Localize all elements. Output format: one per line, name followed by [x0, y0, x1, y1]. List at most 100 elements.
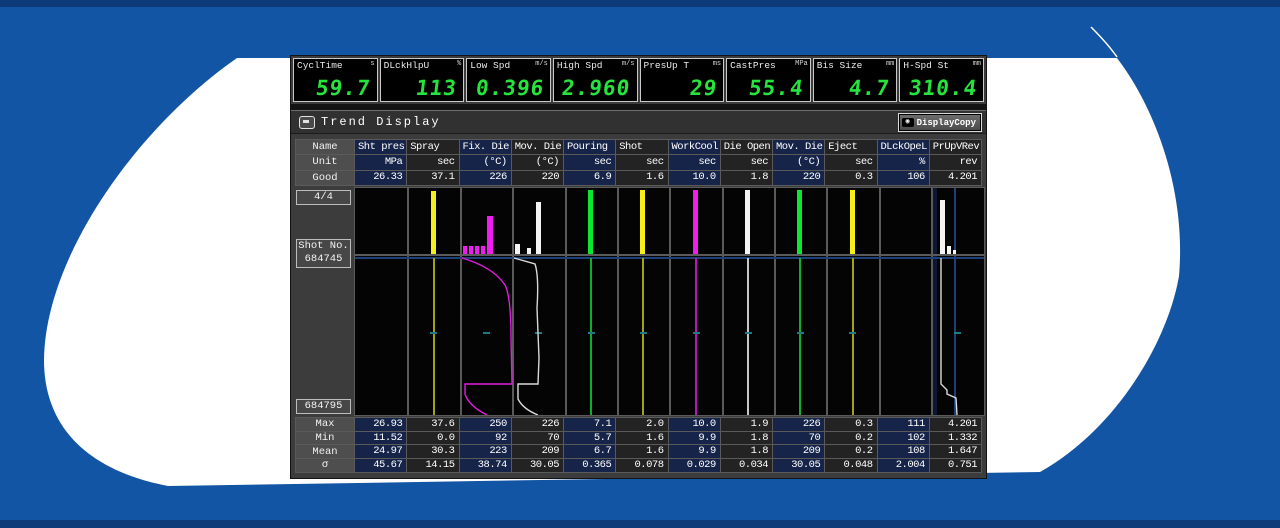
good-value: 220 [773, 170, 825, 185]
column-unit: rev [929, 155, 981, 170]
max-value: 2.0 [616, 418, 668, 431]
table-row: Min 11.52 0.0 92 70 5.7 1.6 9.9 1.8 70 0.2 102 1.33… [296, 431, 981, 445]
mean-value: 108 [877, 445, 929, 459]
sigma-value: 0.365 [564, 459, 616, 472]
mean-value: 1.8 [720, 445, 772, 459]
column-name: Eject [825, 140, 877, 155]
window-title: Trend Display [321, 115, 441, 129]
trend-chart [354, 187, 985, 416]
mean-value: 9.9 [668, 445, 720, 459]
page-indicator: 4/4 [296, 190, 351, 205]
display-label: High Spd [556, 60, 603, 71]
min-value: 1.332 [929, 431, 981, 445]
panel-backdrop: CyclTime s 59.7 DLckHlpU % 113 Low Spd m… [290, 55, 987, 479]
column-unit: sec [720, 155, 772, 170]
row-label-min: Min [296, 431, 354, 445]
sigma-value: 0.751 [929, 459, 981, 472]
display-unit: m/s [535, 60, 548, 68]
column-unit: (°C) [773, 155, 825, 170]
max-value: 4.201 [929, 418, 981, 431]
trend-stats-table: Max 26.93 37.6 250 226 7.1 2.0 10.0 1.9 226 0.3 11… [295, 417, 982, 473]
table-row: Name Sht pres Spray Fix. Die Mov. Die Pourin… [296, 140, 981, 155]
column-unit: (°C) [511, 155, 563, 170]
display-unit: m/s [621, 60, 635, 68]
mean-value: 30.3 [407, 445, 459, 459]
min-value: 70 [773, 431, 825, 445]
min-value: 9.9 [668, 431, 720, 445]
column-name: Sht pres [355, 140, 407, 155]
display-unit: MPa [795, 60, 808, 68]
column-unit: MPa [355, 155, 407, 170]
mean-value: 209 [773, 445, 825, 459]
column-name: Fix. Die [459, 140, 511, 155]
sigma-value: 0.048 [825, 459, 877, 472]
row-label-mean: Mean [296, 445, 354, 459]
max-value: 0.3 [825, 418, 877, 431]
trend-display-window: Trend Display ◉ DisplayCopy Name Sht pre… [291, 110, 986, 478]
min-value: 5.7 [564, 431, 616, 445]
table-row: Unit MPa sec (°C) (°C) sec sec sec sec (°C) sec% r… [296, 155, 981, 170]
mean-value: 209 [511, 445, 563, 459]
display-value: 4.7 [847, 76, 892, 100]
display-unit: % [457, 60, 462, 68]
max-value: 37.6 [407, 418, 459, 431]
column-name: WorkCool [668, 140, 720, 155]
column-unit: sec [668, 155, 720, 170]
column-unit: sec [616, 155, 668, 170]
shot-number-label: Shot No. [298, 240, 349, 252]
prupvrev-trace [940, 258, 958, 415]
column-name: DLckOpeL [877, 140, 929, 155]
row-label-good: Good [296, 170, 354, 185]
chart-gutter: 4/4 Shot No. 684745 684795 [295, 187, 353, 414]
display-unit: ms [712, 60, 722, 68]
max-value: 26.93 [355, 418, 407, 431]
display-label: Low Spd [470, 60, 511, 71]
camera-icon: ◉ [901, 118, 914, 127]
display-label: H-Spd St [903, 60, 949, 71]
good-value: 0.3 [825, 170, 877, 185]
display-value: 0.396 [474, 76, 546, 100]
good-value: 106 [877, 170, 929, 185]
display-label: DLckHlpU [383, 60, 430, 71]
mean-value: 24.97 [355, 445, 407, 459]
display-unit: s [370, 60, 375, 68]
digital-display-strip: CyclTime s 59.7 DLckHlpU % 113 Low Spd m… [291, 56, 986, 104]
max-value: 226 [511, 418, 563, 431]
window-titlebar: Trend Display ◉ DisplayCopy [291, 111, 986, 134]
sigma-value: 30.05 [773, 459, 825, 472]
table-row: σ 45.67 14.15 38.74 30.05 0.365 0.078 0.029 0.0… [296, 459, 981, 472]
min-value: 102 [877, 431, 929, 445]
display-copy-button[interactable]: ◉ DisplayCopy [897, 113, 982, 132]
min-value: 92 [459, 431, 511, 445]
digital-display-cell: CastPres MPa 55.4 [726, 58, 811, 102]
display-label: Bis Size [816, 60, 863, 71]
min-value: 1.8 [720, 431, 772, 445]
min-value: 0.2 [825, 431, 877, 445]
good-value: 220 [511, 170, 563, 185]
table-row: Good 26.33 37.1 226 220 6.9 1.6 10.0 1.8 220 0.3 1… [296, 170, 981, 185]
column-name: Mov. Die [773, 140, 825, 155]
good-value: 4.201 [929, 170, 981, 185]
shot-number-box: Shot No. 684745 [296, 239, 351, 268]
sigma-value: 0.029 [668, 459, 720, 472]
min-value: 70 [511, 431, 563, 445]
column-name: Mov. Die [511, 140, 563, 155]
digital-display-cell: PresUp T ms 29 [639, 58, 725, 102]
sigma-value: 38.74 [459, 459, 511, 472]
digital-display-cell: Low Spd m/s 0.396 [466, 58, 551, 102]
good-value: 37.1 [407, 170, 459, 185]
good-value: 26.33 [355, 170, 407, 185]
column-name: Spray [407, 140, 459, 155]
sigma-value: 0.078 [616, 459, 668, 472]
column-unit: sec [564, 155, 616, 170]
good-value: 1.6 [616, 170, 668, 185]
display-value: 2.960 [560, 76, 632, 100]
digital-display-cell: DLckHlpU % 113 [379, 58, 465, 102]
max-value: 111 [877, 418, 929, 431]
shot-number-end: 684795 [296, 399, 351, 414]
max-value: 226 [773, 418, 825, 431]
row-label-sigma: σ [296, 459, 354, 472]
column-unit: sec [825, 155, 877, 170]
digital-display-cell: H-Spd St mm 310.4 [899, 58, 984, 102]
good-value: 226 [459, 170, 511, 185]
